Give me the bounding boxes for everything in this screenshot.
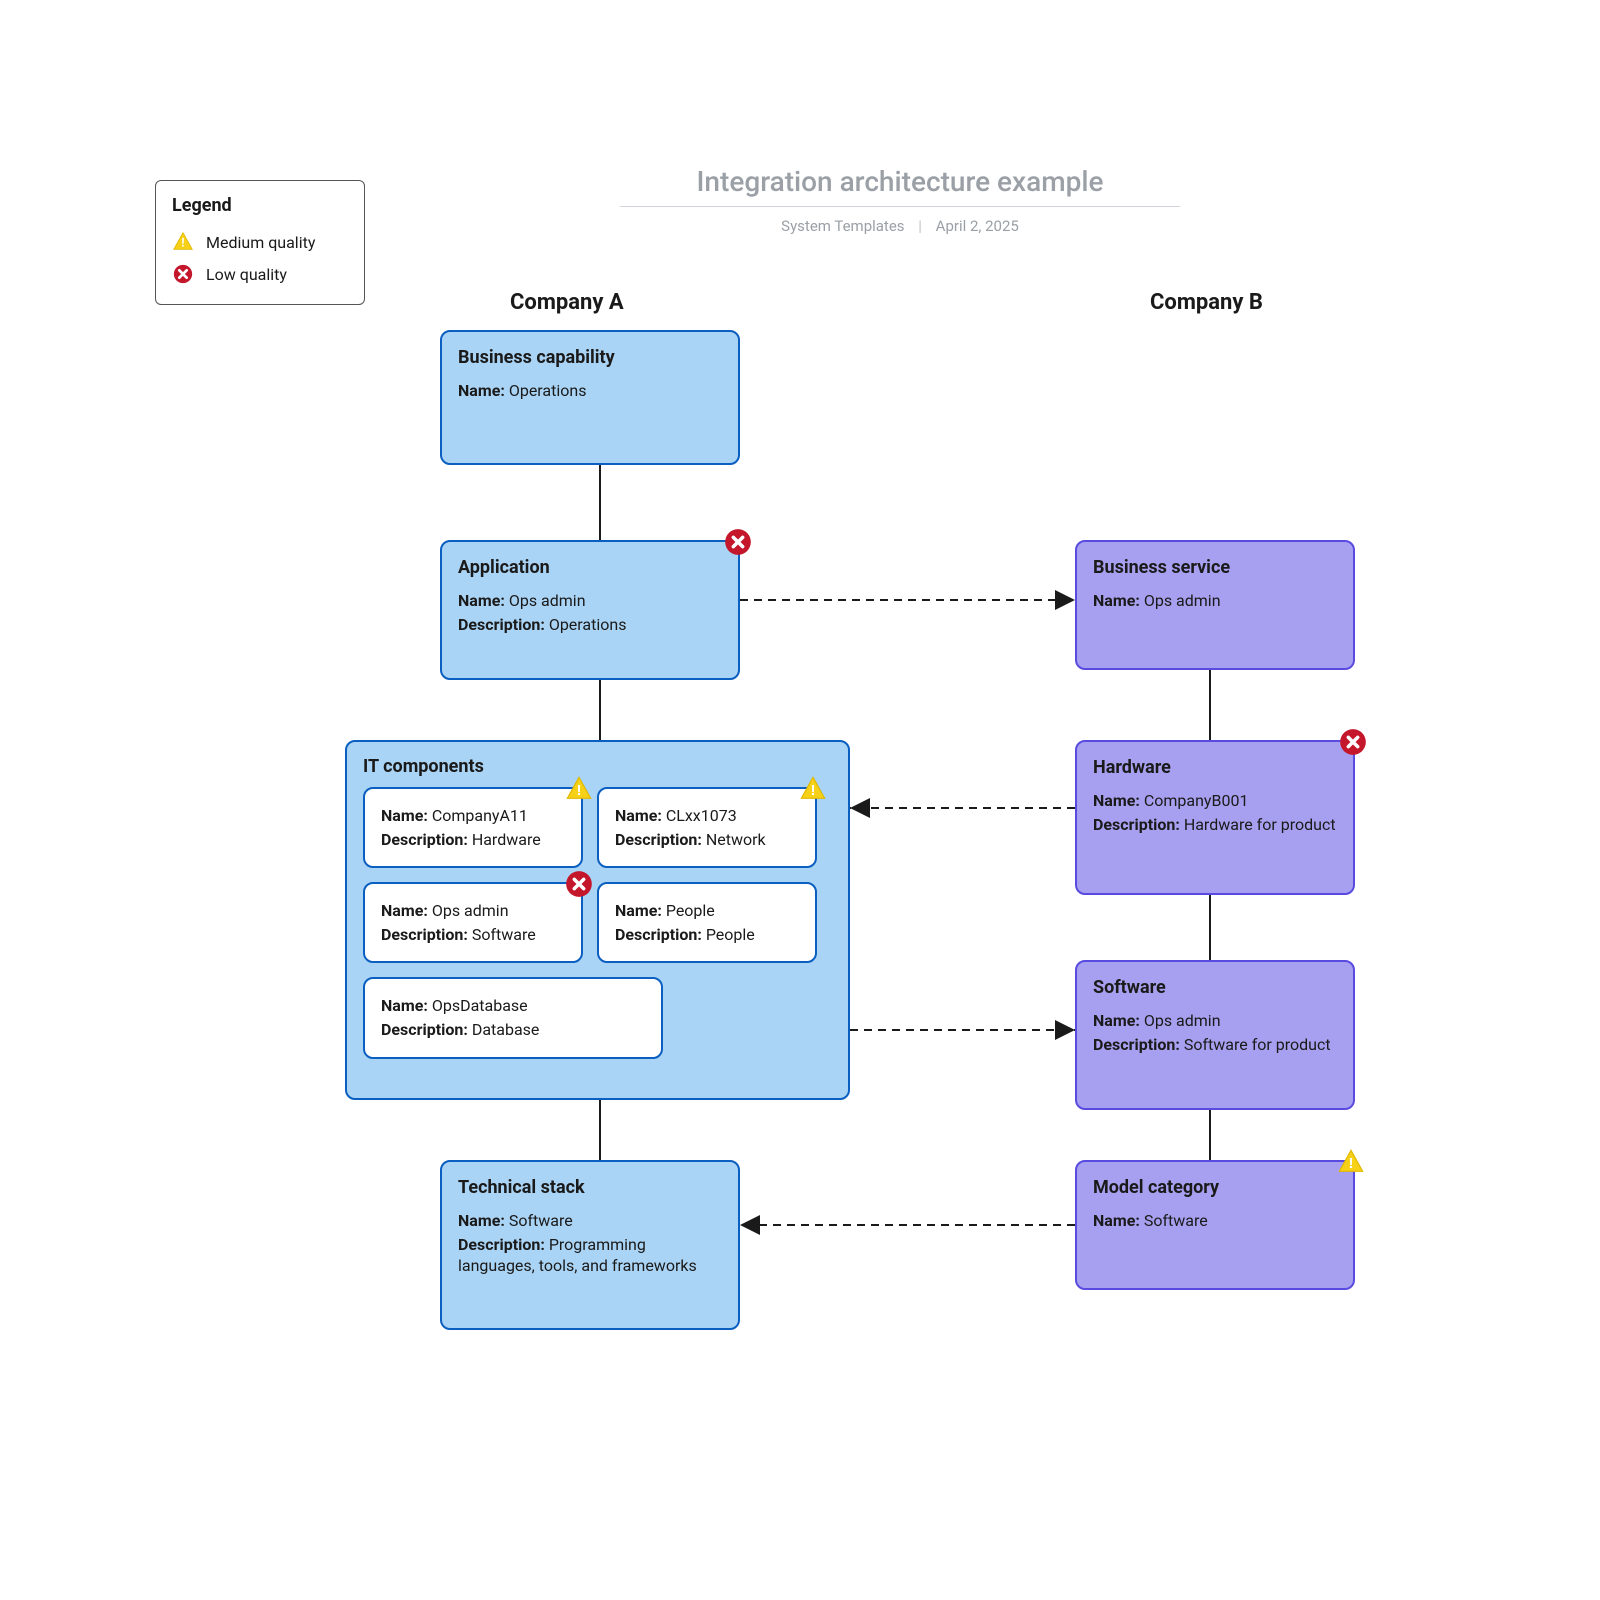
box-heading: Business service — [1093, 556, 1337, 580]
box-heading: Business capability — [458, 346, 722, 370]
legend-row-medium: ! Medium quality — [172, 226, 348, 258]
box-heading: Software — [1093, 976, 1337, 1000]
diagram-subtitle: System Templates | April 2, 2025 — [620, 217, 1180, 235]
error-circle-icon — [1339, 728, 1367, 756]
box-heading: Hardware — [1093, 756, 1337, 780]
legend-heading: Legend — [172, 195, 348, 216]
column-header-b: Company B — [1150, 290, 1263, 315]
legend-row-low: Low quality — [172, 258, 348, 290]
svg-text:!: ! — [1348, 1155, 1353, 1172]
it-component-item[interactable]: Name: CompanyA11 Description: Hardware ! — [363, 787, 583, 868]
column-header-a: Company A — [510, 290, 624, 315]
diagram-title-block: Integration architecture example System … — [620, 165, 1180, 235]
diagram-title: Integration architecture example — [620, 165, 1180, 207]
box-heading: Application — [458, 556, 722, 580]
svg-text:!: ! — [576, 782, 581, 799]
field-name: Name: Operations — [458, 380, 722, 402]
box-heading: Model category — [1093, 1176, 1337, 1200]
box-software[interactable]: Software Name: Ops admin Description: So… — [1075, 960, 1355, 1110]
warning-triangle-icon: ! — [1337, 1148, 1365, 1176]
diagram-canvas: Integration architecture example System … — [0, 0, 1600, 1600]
it-component-item[interactable]: Name: OpsDatabase Description: Database — [363, 977, 663, 1058]
it-component-item[interactable]: Name: Ops admin Description: Software — [363, 882, 583, 963]
box-application[interactable]: Application Name: Ops admin Description:… — [440, 540, 740, 680]
box-heading: IT components — [363, 756, 832, 777]
diagram-date: April 2, 2025 — [936, 217, 1019, 235]
error-circle-icon — [724, 528, 752, 556]
box-model-category[interactable]: Model category Name: Software ! — [1075, 1160, 1355, 1290]
box-heading: Technical stack — [458, 1176, 722, 1200]
field-desc: Description: Operations — [458, 614, 722, 636]
svg-text:!: ! — [181, 236, 185, 250]
error-circle-icon — [172, 263, 194, 285]
svg-text:!: ! — [810, 782, 815, 799]
warning-triangle-icon: ! — [172, 231, 194, 253]
legend-label-low: Low quality — [206, 265, 287, 284]
legend-label-medium: Medium quality — [206, 233, 315, 252]
box-business-service[interactable]: Business service Name: Ops admin — [1075, 540, 1355, 670]
separator: | — [918, 217, 922, 235]
box-business-capability[interactable]: Business capability Name: Operations — [440, 330, 740, 465]
field-name: Name: Ops admin — [458, 590, 722, 612]
warning-triangle-icon: ! — [565, 775, 593, 803]
box-technical-stack[interactable]: Technical stack Name: Software Descripti… — [440, 1160, 740, 1330]
legend-box: Legend ! Medium quality Low quality — [155, 180, 365, 305]
warning-triangle-icon: ! — [799, 775, 827, 803]
error-circle-icon — [565, 870, 593, 898]
box-it-components[interactable]: IT components Name: CompanyA11 Descripti… — [345, 740, 850, 1100]
it-component-item[interactable]: Name: People Description: People — [597, 882, 817, 963]
diagram-author: System Templates — [781, 217, 904, 235]
box-hardware[interactable]: Hardware Name: CompanyB001 Description: … — [1075, 740, 1355, 895]
it-component-item[interactable]: Name: CLxx1073 Description: Network ! — [597, 787, 817, 868]
